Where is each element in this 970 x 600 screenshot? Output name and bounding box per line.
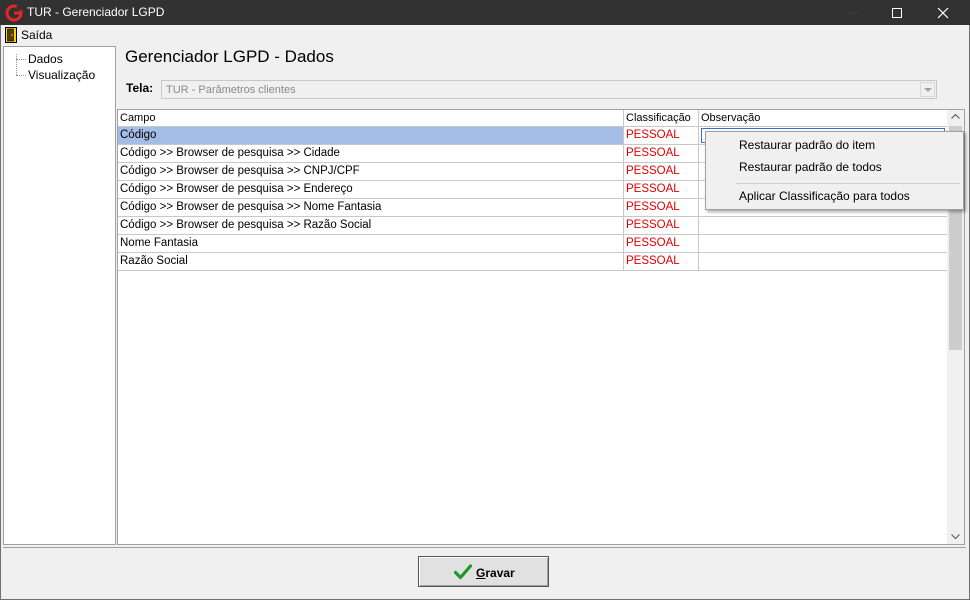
close-icon: [937, 7, 949, 19]
window-title: TUR - Gerenciador LGPD: [27, 5, 165, 19]
tree-item-dados[interactable]: Dados: [16, 52, 63, 66]
cell-classificacao[interactable]: PESSOAL: [624, 181, 699, 199]
table-row[interactable]: Código >> Browser de pesquisa >> Razão S…: [118, 217, 948, 235]
tela-select-value: TUR - Parâmetros clientes: [166, 84, 296, 96]
close-button[interactable]: [920, 0, 966, 25]
page-title: Gerenciador LGPD - Dados: [125, 47, 334, 66]
cell-classificacao[interactable]: PESSOAL: [624, 163, 699, 181]
cell-observacao[interactable]: [699, 235, 948, 253]
chevron-down-icon: [924, 88, 932, 92]
tree-branch-line: [16, 58, 26, 60]
column-header-observacao[interactable]: Observação: [699, 110, 948, 127]
table-row[interactable]: Nome Fantasia PESSOAL: [118, 235, 948, 253]
navigation-tree: Dados Visualização: [3, 46, 116, 545]
minimize-icon: [848, 12, 858, 14]
menu-separator: [736, 183, 960, 184]
maximize-button[interactable]: [874, 0, 920, 25]
grid-header: Campo Classificação Observação: [118, 110, 948, 127]
tree-item-label: Dados: [28, 52, 63, 66]
scroll-up-arrow-icon[interactable]: [951, 114, 960, 119]
cell-classificacao[interactable]: PESSOAL: [624, 199, 699, 217]
cell-campo[interactable]: Código >> Browser de pesquisa >> CNPJ/CP…: [118, 163, 624, 181]
cell-campo[interactable]: Código >> Browser de pesquisa >> Nome Fa…: [118, 199, 624, 217]
cell-campo[interactable]: Código >> Browser de pesquisa >> Razão S…: [118, 217, 624, 235]
tela-select[interactable]: TUR - Parâmetros clientes: [161, 80, 937, 99]
menu-item-aplicar-classificacao[interactable]: Aplicar Classificação para todos: [739, 189, 910, 203]
tela-label: Tela:: [126, 81, 154, 95]
gravar-button[interactable]: Gravar: [418, 556, 549, 587]
title-bar: TUR - Gerenciador LGPD: [0, 0, 970, 25]
gravar-button-label: Gravar: [476, 566, 515, 580]
menu-item-restaurar-item[interactable]: Restaurar padrão do item: [739, 138, 875, 152]
column-header-campo[interactable]: Campo: [118, 110, 624, 127]
table-row[interactable]: Razão Social PESSOAL: [118, 253, 948, 271]
tree-branch-line: [16, 74, 26, 76]
cell-classificacao[interactable]: PESSOAL: [624, 253, 699, 271]
cell-observacao[interactable]: [699, 217, 948, 235]
cell-campo[interactable]: Código >> Browser de pesquisa >> Cidade: [118, 145, 624, 163]
cell-classificacao[interactable]: PESSOAL: [624, 235, 699, 253]
maximize-icon: [892, 8, 902, 18]
menu-saida-label: Saída: [21, 28, 53, 42]
tree-item-label: Visualização: [28, 68, 96, 82]
tela-dropdown-button[interactable]: [920, 82, 935, 97]
cell-campo[interactable]: Razão Social: [118, 253, 624, 271]
cell-classificacao[interactable]: PESSOAL: [624, 145, 699, 163]
tree-item-visualizacao[interactable]: Visualização: [16, 68, 95, 82]
checkmark-icon: [454, 564, 472, 580]
cell-campo[interactable]: Código: [118, 127, 624, 145]
menu-saida[interactable]: Saída: [2, 26, 56, 44]
scroll-down-arrow-icon[interactable]: [951, 534, 960, 539]
cell-campo[interactable]: Código >> Browser de pesquisa >> Endereç…: [118, 181, 624, 199]
menu-item-restaurar-todos[interactable]: Restaurar padrão de todos: [739, 160, 882, 174]
exit-door-icon: [5, 27, 17, 43]
cell-classificacao[interactable]: PESSOAL: [624, 127, 699, 145]
app-logo-icon: [5, 4, 23, 22]
cell-observacao[interactable]: [699, 253, 948, 271]
context-menu: Restaurar padrão do item Restaurar padrã…: [705, 131, 964, 210]
menu-bar: Saída: [0, 25, 970, 45]
column-header-classificacao[interactable]: Classificação: [624, 110, 699, 127]
minimize-button[interactable]: [830, 0, 876, 25]
cell-campo[interactable]: Nome Fantasia: [118, 235, 624, 253]
cell-classificacao[interactable]: PESSOAL: [624, 217, 699, 235]
